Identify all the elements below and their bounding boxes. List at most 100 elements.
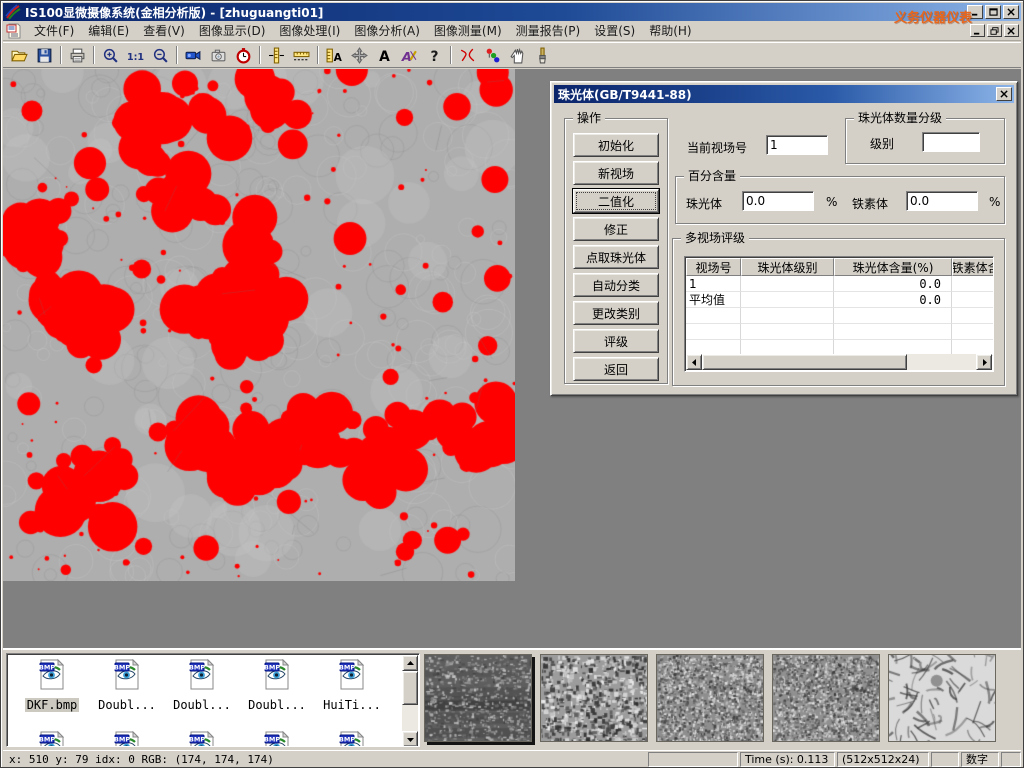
- toolbar-separator: [317, 46, 319, 64]
- move-icon[interactable]: [347, 44, 372, 66]
- thumbnail-image[interactable]: [656, 654, 764, 742]
- table-column-header[interactable]: 视场号: [686, 258, 741, 276]
- file-item[interactable]: BMPDKF.bmp: [15, 658, 89, 713]
- maximize-button[interactable]: [985, 5, 1001, 19]
- menu-item[interactable]: 图像显示(D): [192, 20, 273, 41]
- ferrite-percent-input[interactable]: [906, 191, 978, 211]
- file-browser[interactable]: BMPDKF.bmpBMPDoubl...BMPDoubl...BMPDoubl…: [6, 653, 420, 747]
- table-hscrollbar[interactable]: [686, 354, 992, 370]
- text-icon[interactable]: A: [372, 44, 397, 66]
- op-button[interactable]: 新视场: [573, 161, 659, 185]
- svg-text:BMP: BMP: [264, 664, 280, 672]
- print-icon[interactable]: [65, 44, 90, 66]
- zoom-in-icon[interactable]: [98, 44, 123, 66]
- thumbnail-image[interactable]: [540, 654, 648, 742]
- timer-icon[interactable]: [231, 44, 256, 66]
- op-button[interactable]: 更改类别: [573, 301, 659, 325]
- svg-text:BMP: BMP: [189, 736, 205, 744]
- file-item-partial[interactable]: BMP: [165, 730, 239, 747]
- child-minimize-button[interactable]: [970, 24, 985, 37]
- pearlite-percent-input[interactable]: [742, 191, 814, 211]
- camera-icon[interactable]: [206, 44, 231, 66]
- op-button[interactable]: 自动分类: [573, 273, 659, 297]
- rating-table[interactable]: 视场号珠光体级别珠光体含量(%)铁素体含量(%)10.0平均值0.0: [684, 256, 994, 372]
- thumbnail-image[interactable]: [772, 654, 880, 742]
- file-item[interactable]: BMPDoubl...: [240, 658, 314, 713]
- operations-group: 操作 初始化新视场二值化修正点取珠光体自动分类更改类别评级返回: [564, 118, 668, 384]
- scroll-up-icon[interactable]: [402, 655, 418, 671]
- brush-icon[interactable]: [530, 44, 555, 66]
- table-column-header[interactable]: 珠光体含量(%): [834, 258, 952, 276]
- menu-item[interactable]: 文件(F): [27, 20, 81, 41]
- scroll-down-icon[interactable]: [402, 731, 418, 747]
- menu-item[interactable]: 查看(V): [136, 20, 192, 41]
- table-cell: 平均值: [686, 292, 741, 308]
- video-camera-icon[interactable]: [181, 44, 206, 66]
- table-cell: 0.0: [834, 276, 952, 292]
- save-icon[interactable]: [32, 44, 57, 66]
- toolbar-separator: [60, 46, 62, 64]
- ruler-icon[interactable]: [289, 44, 314, 66]
- hand-icon[interactable]: [505, 44, 530, 66]
- grade-input[interactable]: [922, 132, 980, 152]
- text-style-icon[interactable]: A: [397, 44, 422, 66]
- toolbar-separator: [93, 46, 95, 64]
- table-row[interactable]: [686, 324, 994, 340]
- op-button[interactable]: 初始化: [573, 133, 659, 157]
- minimize-button[interactable]: [967, 5, 983, 19]
- table-column-header[interactable]: 珠光体级别: [741, 258, 834, 276]
- open-icon[interactable]: [7, 44, 32, 66]
- menu-item[interactable]: 帮助(H): [642, 20, 698, 41]
- op-button[interactable]: 修正: [573, 217, 659, 241]
- op-button[interactable]: 评级: [573, 329, 659, 353]
- help-icon[interactable]: ?: [422, 44, 447, 66]
- zoom-out-icon[interactable]: [148, 44, 173, 66]
- file-item[interactable]: BMPDoubl...: [165, 658, 239, 713]
- document-icon[interactable]: [5, 23, 23, 39]
- ruler-label-icon[interactable]: A: [322, 44, 347, 66]
- operation-buttons: 初始化新视场二值化修正点取珠光体自动分类更改类别评级返回: [565, 133, 667, 381]
- scroll-right-icon[interactable]: [976, 354, 992, 370]
- count-markers-icon[interactable]: [480, 44, 505, 66]
- menu-item[interactable]: 图像测量(M): [427, 20, 509, 41]
- table-column-header[interactable]: 铁素体含量(%): [952, 258, 994, 276]
- op-button[interactable]: 返回: [573, 357, 659, 381]
- file-item[interactable]: BMPDoubl...: [90, 658, 164, 713]
- scroll-left-icon[interactable]: [686, 354, 702, 370]
- file-item-partial[interactable]: BMP: [90, 730, 164, 747]
- menu-item[interactable]: 图像分析(A): [347, 20, 427, 41]
- menu-item[interactable]: 编辑(E): [81, 20, 136, 41]
- thumbnail-image[interactable]: [424, 654, 532, 742]
- scrollbar-thumb[interactable]: [702, 354, 907, 370]
- current-field-input[interactable]: [766, 135, 828, 155]
- menu-item[interactable]: 设置(S): [587, 20, 642, 41]
- thumbnail-image[interactable]: [888, 654, 996, 742]
- status-panel: Time (s): 0.113: [740, 752, 835, 767]
- file-name: Doubl...: [171, 698, 233, 712]
- menu-item[interactable]: 图像处理(I): [272, 20, 347, 41]
- menu-item[interactable]: 测量报告(P): [509, 20, 588, 41]
- actual-size-icon[interactable]: 1:1: [123, 44, 148, 66]
- svg-text:BMP: BMP: [339, 736, 355, 744]
- table-row[interactable]: 平均值0.0: [686, 292, 994, 308]
- file-item-partial[interactable]: BMP: [240, 730, 314, 747]
- child-restore-button[interactable]: [987, 24, 1002, 37]
- close-button[interactable]: [1003, 5, 1019, 19]
- file-vscrollbar[interactable]: [402, 655, 418, 747]
- op-button[interactable]: 点取珠光体: [573, 245, 659, 269]
- file-item[interactable]: BMPHuiTi...: [315, 658, 389, 713]
- op-button[interactable]: 二值化: [573, 189, 659, 213]
- child-close-button[interactable]: [1004, 24, 1019, 37]
- table-row[interactable]: [686, 308, 994, 324]
- calibration-curve-icon[interactable]: [455, 44, 480, 66]
- file-item-partial[interactable]: BMP: [15, 730, 89, 747]
- file-item-partial[interactable]: BMP: [315, 730, 389, 747]
- svg-text:1:1: 1:1: [127, 51, 144, 62]
- toolbar-separator: [176, 46, 178, 64]
- table-row[interactable]: 10.0: [686, 276, 994, 292]
- dialog-close-button[interactable]: [996, 87, 1012, 101]
- metallograph-image[interactable]: [3, 69, 515, 581]
- caliper-icon[interactable]: [264, 44, 289, 66]
- scrollbar-thumb[interactable]: [402, 671, 418, 705]
- ferrite-label: 铁素体: [852, 195, 888, 212]
